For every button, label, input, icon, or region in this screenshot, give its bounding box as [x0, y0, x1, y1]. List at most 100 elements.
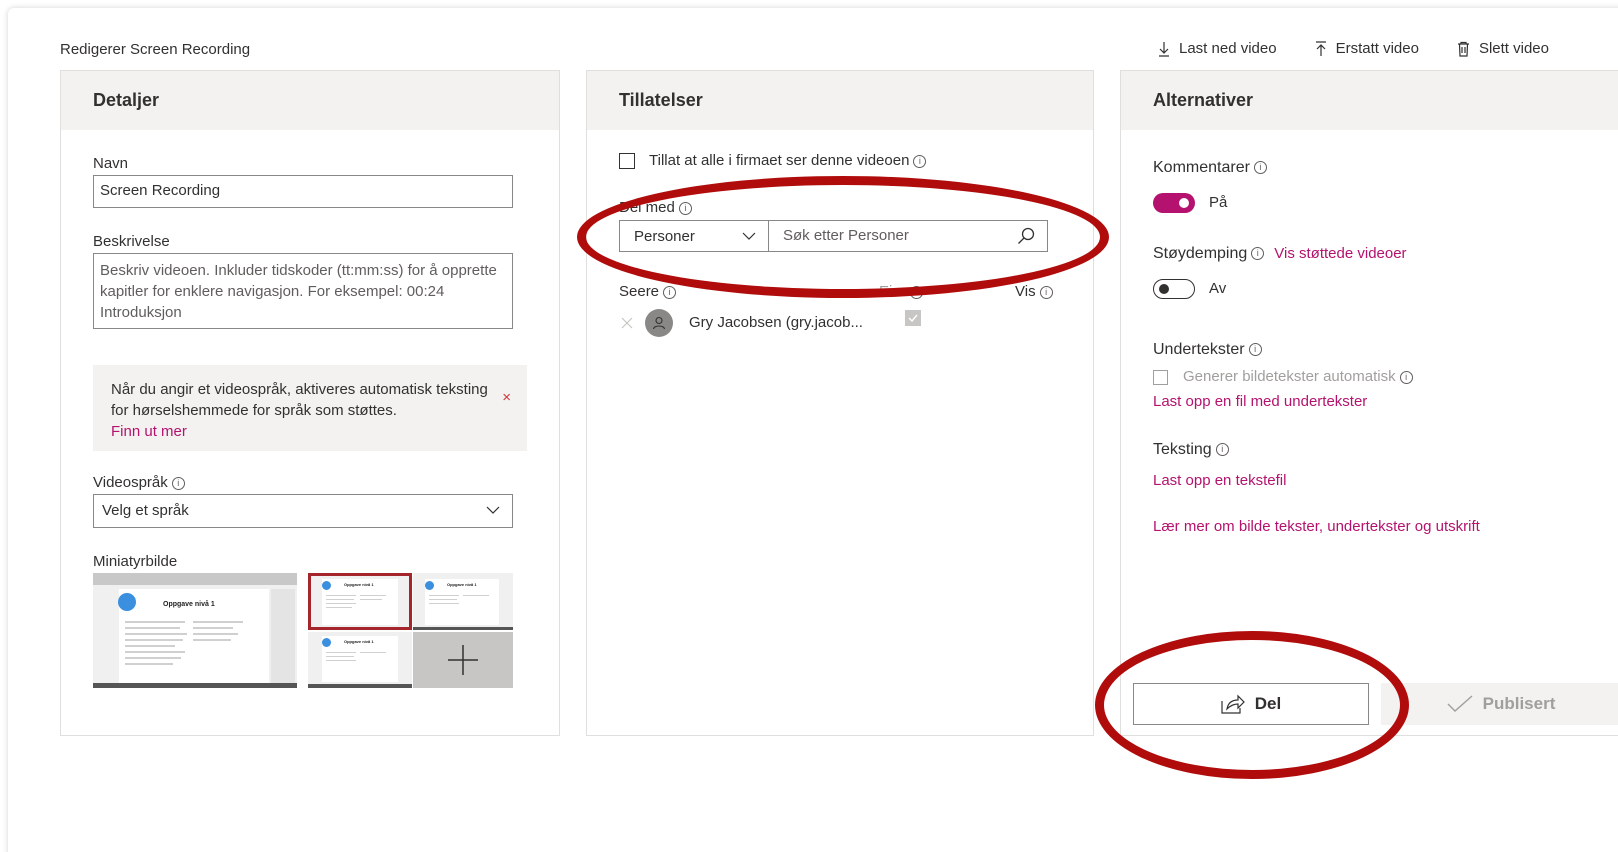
share-button[interactable]: Del [1133, 683, 1369, 725]
permissions-header: Tillatelser [587, 71, 1093, 130]
thumbnail-option-1[interactable]: Oppgave nivå 1 [93, 573, 297, 688]
viewers-text: Seere [619, 283, 660, 300]
details-card: Detaljer Navn Screen Recording Beskrivel… [60, 70, 560, 736]
auto-captions-label: Generer bildetekster automatisk i [1183, 368, 1413, 385]
person-icon [652, 316, 666, 330]
description-input[interactable]: Beskriv videoen. Inkluder tidskoder (tt:… [93, 253, 513, 329]
video-language-label: Videospråk i [93, 474, 185, 491]
owner-column-text: Eier [879, 283, 906, 300]
thumbnail-caption: Oppgave nivå 1 [344, 639, 374, 644]
thumbnail-caption: Oppgave nivå 1 [163, 601, 215, 608]
language-notice: Når du angir et videospråk, aktiveres au… [93, 365, 527, 451]
delete-video-button[interactable]: Slett video [1457, 40, 1549, 57]
share-scope-value: Personer [634, 228, 695, 245]
download-icon [1159, 41, 1169, 57]
viewer-name: Gry Jacobsen (gry.jacob... [689, 314, 863, 331]
noise-suppression-text: Støydemping [1153, 245, 1248, 262]
allow-company-text: Tillat at alle i firmaet ser denne video… [649, 152, 910, 169]
page-title: Redigerer Screen Recording [60, 41, 251, 58]
info-icon[interactable]: i [1248, 343, 1262, 357]
close-icon[interactable]: × [502, 387, 511, 408]
details-header: Detaljer [61, 71, 559, 130]
info-icon[interactable]: i [678, 201, 692, 215]
toolbar: Last ned video Erstatt video Slett video [1158, 40, 1618, 57]
search-icon [1018, 227, 1035, 244]
checkmark-icon [1447, 695, 1473, 712]
learn-more-captions-link[interactable]: Lær mer om bilde tekster, undertekster o… [1153, 518, 1480, 535]
transcript-text: Teksting [1153, 441, 1212, 458]
thumbnail-caption: Oppgave nivå 1 [344, 582, 374, 587]
avatar [645, 309, 673, 337]
notice-text: Når du angir et videospråk, aktiveres au… [111, 381, 488, 419]
share-scope-select[interactable]: Personer [619, 220, 769, 252]
plus-icon [448, 645, 478, 675]
auto-captions-checkbox[interactable] [1153, 370, 1168, 385]
upload-transcript-link[interactable]: Last opp en tekstefil [1153, 472, 1286, 489]
thumbnail-option-4[interactable]: Oppgave nivå 1 [308, 632, 412, 688]
info-icon[interactable]: i [1251, 247, 1265, 261]
info-icon[interactable]: i [171, 476, 185, 490]
replace-video-label: Erstatt video [1335, 40, 1419, 57]
chevron-down-icon [486, 506, 500, 514]
comments-toggle[interactable] [1153, 193, 1195, 213]
view-column-text: Vis [1015, 283, 1036, 300]
info-icon[interactable]: i [1039, 285, 1053, 299]
share-with-text: Del med [619, 199, 675, 216]
share-icon [1221, 694, 1245, 714]
owner-column-label: Eier i [879, 283, 923, 300]
supported-videos-link[interactable]: Vis støttede videoer [1274, 245, 1406, 262]
subtitles-text: Undertekster [1153, 341, 1245, 358]
info-icon[interactable]: i [909, 285, 923, 299]
search-people-input[interactable]: Søk etter Personer [768, 220, 1048, 252]
replace-video-button[interactable]: Erstatt video [1315, 40, 1419, 57]
learn-more-link[interactable]: Finn ut mer [111, 423, 187, 440]
download-video-label: Last ned video [1179, 40, 1277, 57]
info-icon[interactable]: i [1399, 370, 1413, 384]
download-video-button[interactable]: Last ned video [1158, 40, 1277, 57]
comments-state: På [1209, 194, 1228, 211]
info-icon[interactable]: i [1253, 161, 1267, 175]
toggle-knob [1159, 283, 1169, 294]
view-column-label: Vis i [1015, 283, 1053, 300]
viewer-can-view-checkbox [905, 310, 921, 326]
toggle-knob [1179, 198, 1189, 208]
checkmark-icon [908, 314, 918, 322]
options-header: Alternativer [1121, 71, 1618, 130]
info-icon[interactable]: i [913, 154, 927, 168]
allow-company-checkbox[interactable] [619, 153, 635, 169]
search-people-placeholder: Søk etter Personer [783, 227, 909, 244]
noise-suppression-toggle[interactable] [1153, 279, 1195, 299]
thumbnail-label: Miniatyrbilde [93, 553, 178, 570]
permissions-card: Tillatelser Tillat at alle i firmaet ser… [586, 70, 1094, 736]
transcript-label: Teksting i [1153, 441, 1229, 459]
noise-suppression-label: Støydemping i Vis støttede videoer [1153, 245, 1407, 263]
chevron-down-icon [742, 232, 756, 240]
publish-button[interactable]: Publisert [1381, 683, 1618, 725]
add-thumbnail-button[interactable] [413, 632, 513, 688]
remove-icon[interactable] [621, 317, 633, 329]
thumbnail-option-3[interactable]: Oppgave nivå 1 [413, 573, 513, 630]
video-language-select[interactable]: Velg et språk [93, 494, 513, 528]
share-with-label: Del med i [619, 199, 692, 216]
description-label: Beskrivelse [93, 233, 170, 250]
info-icon[interactable]: i [1215, 443, 1229, 457]
info-icon[interactable]: i [663, 285, 677, 299]
allow-company-label: Tillat at alle i firmaet ser denne video… [649, 152, 927, 169]
video-language-value: Velg et språk [102, 502, 189, 519]
upload-subtitles-link[interactable]: Last opp en fil med undertekster [1153, 393, 1367, 410]
viewers-label: Seere i [619, 283, 677, 300]
comments-text: Kommentarer [1153, 159, 1250, 176]
share-button-label: Del [1254, 694, 1282, 713]
noise-suppression-state: Av [1209, 280, 1227, 297]
publish-button-label: Publisert [1482, 694, 1556, 713]
name-input[interactable]: Screen Recording [93, 175, 513, 208]
subtitles-label: Undertekster i [1153, 341, 1262, 359]
thumbnail-caption: Oppgave nivå 1 [447, 582, 477, 587]
trash-icon [1457, 41, 1469, 57]
delete-video-label: Slett video [1478, 40, 1549, 57]
name-label: Navn [93, 155, 129, 172]
comments-label: Kommentarer i [1153, 159, 1267, 177]
video-language-text: Videospråk [93, 474, 168, 491]
thumbnail-option-2[interactable]: Oppgave nivå 1 [308, 573, 412, 630]
options-card: Alternativer Kommentarer i På Støydemping… [1120, 70, 1618, 736]
